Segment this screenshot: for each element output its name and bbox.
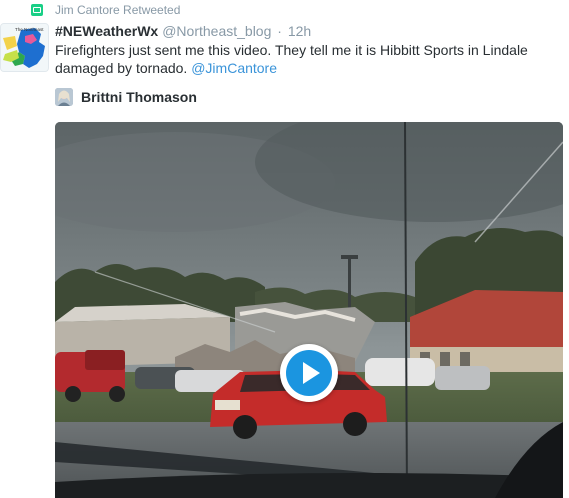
video-thumbnail: [55, 122, 563, 498]
avatar-map-title: The Northeast: [15, 27, 44, 32]
retweet-context: Jim Cantore Retweeted: [31, 2, 180, 18]
retweet-icon: [31, 4, 43, 16]
tweet-timestamp[interactable]: 12h: [288, 23, 311, 39]
play-icon: [286, 350, 332, 396]
tweet-header: #NEWeatherWx @Northeast_blog · 12h: [55, 23, 311, 39]
author-avatar[interactable]: The Northeast: [0, 23, 49, 72]
tagged-user[interactable]: Brittni Thomason: [55, 87, 197, 107]
mention-link[interactable]: @JimCantore: [191, 60, 277, 76]
author-name[interactable]: #NEWeatherWx: [55, 23, 158, 39]
tweet-body: Firefighters just sent me this video. Th…: [55, 42, 528, 76]
retweet-label[interactable]: Jim Cantore Retweeted: [55, 3, 180, 17]
author-handle[interactable]: @Northeast_blog: [162, 23, 271, 39]
video-player[interactable]: [55, 122, 563, 498]
play-button[interactable]: [280, 344, 338, 402]
tagged-user-avatar: [55, 88, 73, 106]
tagged-user-name[interactable]: Brittni Thomason: [81, 89, 197, 105]
header-separator: ·: [277, 23, 282, 39]
tweet-text: Firefighters just sent me this video. Th…: [55, 41, 560, 77]
